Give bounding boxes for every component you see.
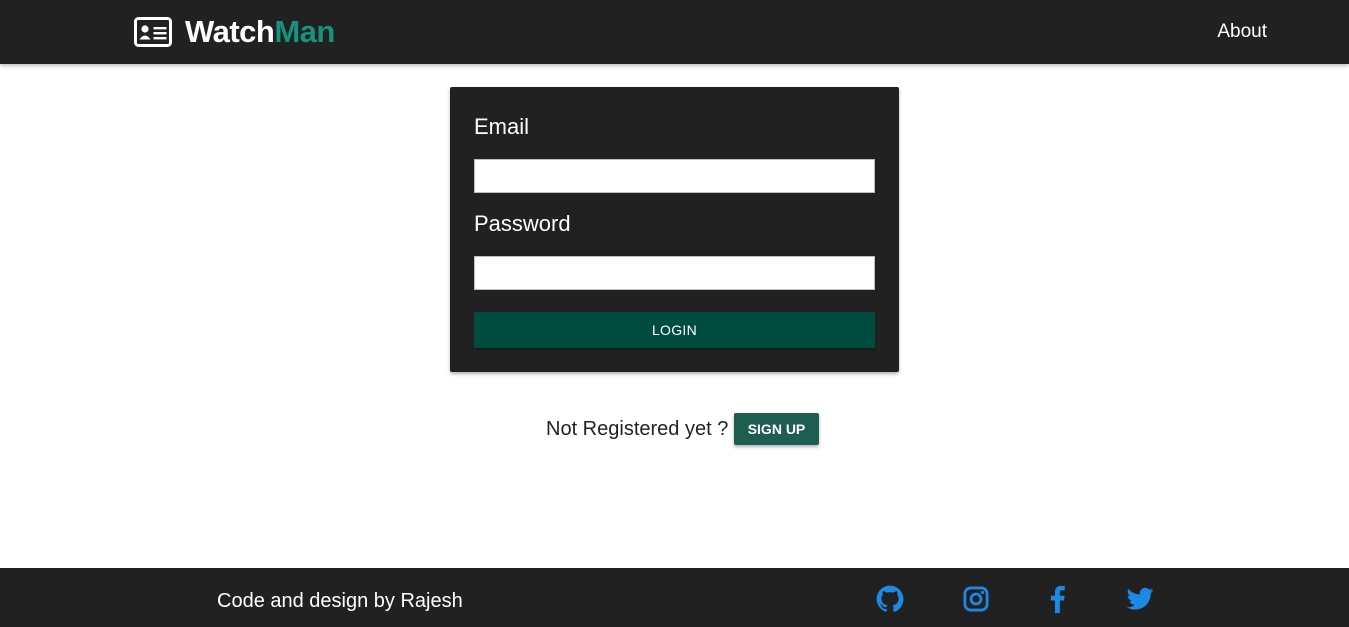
register-prompt: Not Registered yet ? [546,418,729,440]
facebook-link[interactable] [1044,585,1072,613]
login-form: Email Password LOGIN [450,87,899,372]
email-field[interactable] [474,159,875,193]
twitter-icon [1126,587,1154,610]
brand-name-part2: Man [274,14,335,49]
id-card-icon [134,17,172,47]
instagram-icon [963,586,989,612]
twitter-link[interactable] [1126,585,1154,613]
signup-button[interactable]: SIGN UP [734,413,819,445]
login-button[interactable]: LOGIN [474,312,875,348]
instagram-link[interactable] [962,585,990,613]
top-navbar: WatchMan About [0,0,1349,64]
footer-credit: Code and design by Rajesh [217,590,463,612]
github-icon [876,585,904,612]
brand-logo[interactable]: WatchMan [134,14,335,50]
password-label: Password [474,211,571,236]
nav-about-link[interactable]: About [1217,20,1267,44]
email-label: Email [474,114,530,139]
github-link[interactable] [876,585,904,613]
facebook-icon [1050,585,1065,613]
register-row: Not Registered yet ? SIGN UP [0,413,1349,445]
brand-name: WatchMan [185,14,335,50]
footer: Code and design by Rajesh [0,568,1349,627]
password-field[interactable] [474,256,875,290]
brand-name-part1: Watch [185,14,275,49]
